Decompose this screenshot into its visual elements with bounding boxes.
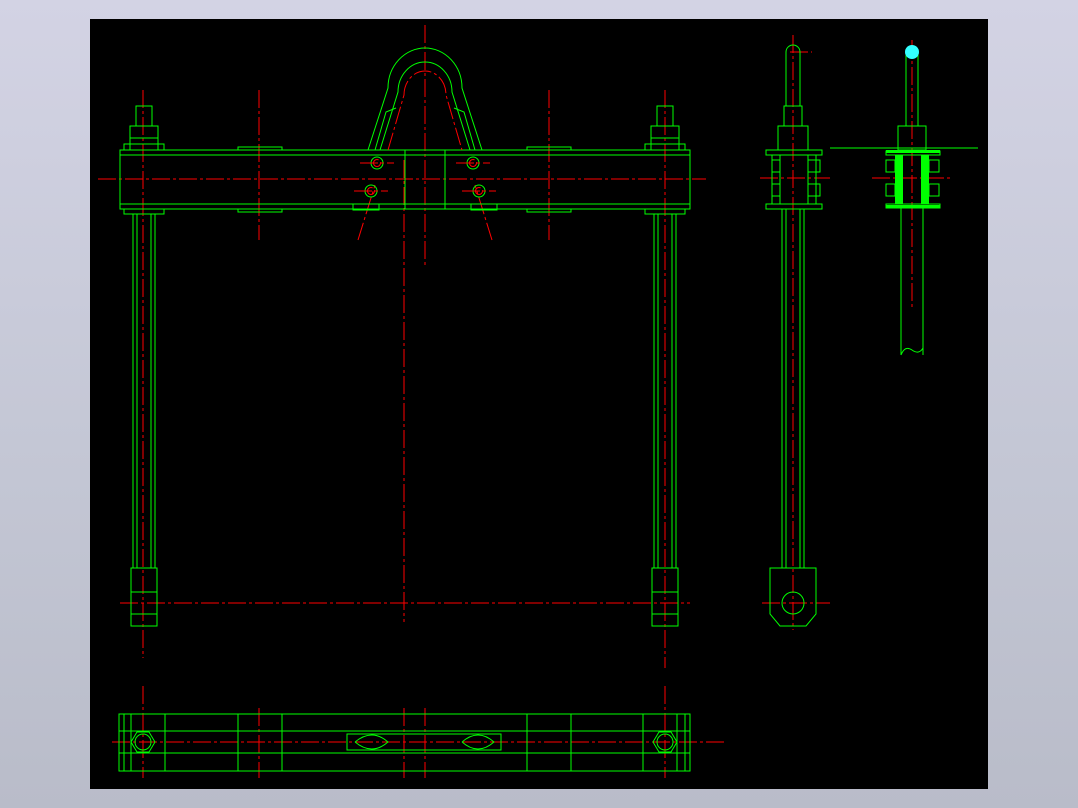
front-left-nut xyxy=(123,105,165,215)
side-view-body xyxy=(765,44,823,627)
front-view-centerlines xyxy=(98,25,706,668)
drawing-viewport[interactable]: .g { stroke:#00ff00; stroke-width:1; fil… xyxy=(90,19,988,789)
front-crossbeam xyxy=(119,146,691,213)
cad-drawing-canvas[interactable]: .g { stroke:#00ff00; stroke-width:1; fil… xyxy=(90,19,988,789)
top-view xyxy=(112,686,725,778)
cad-application-window: .g { stroke:#00ff00; stroke-width:1; fil… xyxy=(0,0,1078,808)
front-left-rod xyxy=(130,214,158,627)
section-view-centerlines xyxy=(872,40,950,308)
section-view xyxy=(830,40,978,356)
top-view-centerlines xyxy=(112,686,725,778)
side-view xyxy=(760,35,830,630)
cyan-circle-grip-icon[interactable] xyxy=(905,45,919,59)
side-view-centerlines xyxy=(760,35,830,630)
front-view xyxy=(98,25,706,668)
section-view-body xyxy=(830,52,978,356)
